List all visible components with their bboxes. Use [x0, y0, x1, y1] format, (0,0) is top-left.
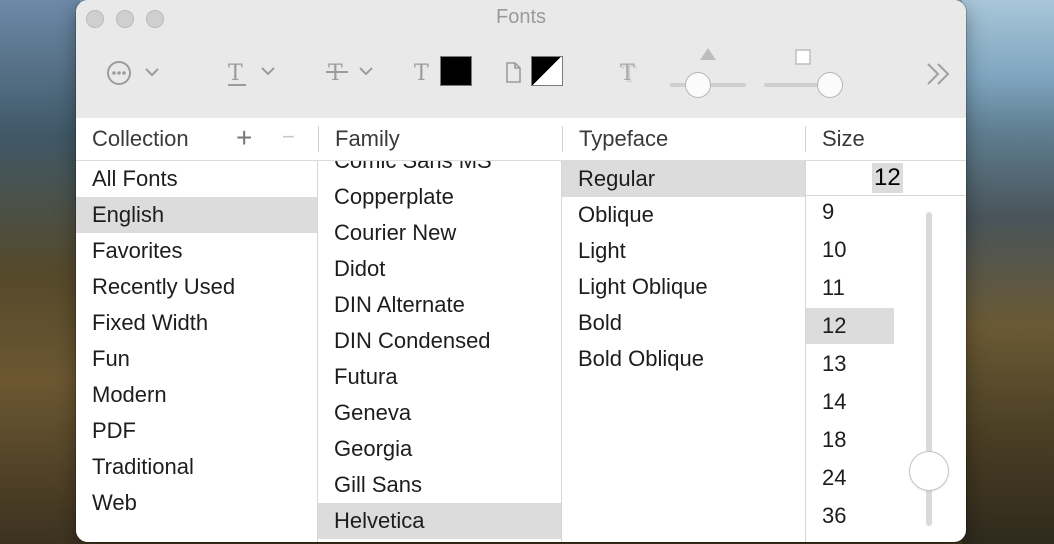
collection-item[interactable]: Favorites — [76, 233, 317, 269]
family-item[interactable]: Futura — [318, 359, 561, 395]
square-icon — [795, 49, 811, 65]
header-divider — [318, 126, 319, 152]
collection-list: All Fonts English Favorites Recently Use… — [76, 161, 317, 542]
collection-item[interactable]: Recently Used — [76, 269, 317, 305]
family-item[interactable]: Didot — [318, 251, 561, 287]
collection-header: Collection — [92, 126, 189, 151]
size-item[interactable]: 14 — [806, 384, 894, 420]
family-item[interactable]: DIN Alternate — [318, 287, 561, 323]
typeface-item-selected[interactable]: Regular — [562, 161, 805, 197]
chevron-double-right-icon — [927, 63, 950, 85]
family-item[interactable]: Georgia — [318, 431, 561, 467]
desktop-wallpaper-left — [0, 0, 80, 544]
collection-item-selected[interactable]: English — [76, 197, 317, 233]
typeface-item[interactable]: Light — [562, 233, 805, 269]
collection-item[interactable]: PDF — [76, 413, 317, 449]
collection-item[interactable]: Web — [76, 485, 317, 521]
remove-collection-button[interactable]: − — [282, 124, 295, 150]
family-item-selected[interactable]: Helvetica — [318, 503, 561, 539]
T-strikethrough-icon: T — [326, 61, 373, 86]
family-item[interactable]: Gill Sans — [318, 467, 561, 503]
column-headers: Collection + − Family Typeface Size — [76, 118, 966, 161]
typeface-item[interactable]: Bold Oblique — [562, 341, 805, 377]
size-item[interactable]: 9 — [806, 196, 894, 230]
typeface-list: Regular Oblique Light Light Oblique Bold… — [562, 161, 805, 542]
size-value[interactable]: 12 — [872, 163, 903, 193]
size-list: 9 10 11 12 13 14 18 24 36 — [806, 196, 966, 542]
svg-text:T: T — [620, 61, 635, 86]
typeface-item[interactable]: Bold — [562, 305, 805, 341]
document-color-label — [504, 60, 524, 91]
svg-text:T: T — [228, 61, 243, 86]
text-shadow-button[interactable]: T T — [618, 58, 642, 93]
shadow-opacity-knob[interactable] — [686, 73, 710, 97]
triangle-up-icon — [700, 48, 716, 60]
T-shadow-icon: T T — [620, 61, 637, 88]
collection-item[interactable]: Modern — [76, 377, 317, 413]
family-item[interactable]: Geneva — [318, 395, 561, 431]
collection-item[interactable]: All Fonts — [76, 161, 317, 197]
size-item[interactable]: 10 — [806, 232, 894, 268]
ellipsis-circle-icon — [107, 61, 159, 85]
size-item[interactable]: 18 — [806, 422, 894, 458]
family-item[interactable]: Courier New — [318, 215, 561, 251]
titlebar: Fonts T T T T T — [76, 0, 966, 118]
more-toolbar-button[interactable] — [924, 60, 954, 93]
size-item-selected[interactable]: 12 — [806, 308, 894, 344]
family-item[interactable]: DIN Condensed — [318, 323, 561, 359]
svg-text:T: T — [414, 61, 429, 86]
T-icon: T — [414, 61, 429, 86]
collection-item[interactable]: Traditional — [76, 449, 317, 485]
text-color-swatch[interactable] — [440, 56, 472, 86]
family-list: Comic Sans MS Copperplate Courier New Di… — [318, 161, 561, 542]
header-divider — [562, 126, 563, 152]
size-header: Size — [822, 126, 865, 151]
typeface-header: Typeface — [579, 126, 669, 151]
shadow-blur-knob[interactable] — [818, 73, 842, 97]
shadow-opacity-marker — [698, 46, 718, 67]
underline-menu-button[interactable]: T — [226, 58, 280, 93]
family-item[interactable]: Comic Sans MS — [318, 161, 561, 179]
svg-text:T: T — [328, 61, 343, 86]
family-header: Family — [335, 126, 400, 151]
size-item[interactable]: 36 — [806, 498, 894, 534]
size-slider-knob[interactable] — [910, 452, 948, 490]
typeface-item[interactable]: Oblique — [562, 197, 805, 233]
fonts-window: Fonts T T T T T Collection + − Family Ty… — [76, 0, 966, 542]
size-item[interactable]: 11 — [806, 270, 894, 306]
text-color-label: T — [412, 58, 434, 93]
desktop-wallpaper-right — [962, 0, 1054, 544]
window-title: Fonts — [495, 6, 547, 28]
size-field[interactable]: 12 — [806, 161, 966, 196]
action-menu-button[interactable] — [106, 60, 166, 93]
collection-item[interactable]: Fun — [76, 341, 317, 377]
add-collection-button[interactable]: + — [236, 122, 252, 154]
family-item[interactable]: Copperplate — [318, 179, 561, 215]
document-icon — [506, 62, 521, 83]
collection-item[interactable]: Fixed Width — [76, 305, 317, 341]
typeface-item[interactable]: Light Oblique — [562, 269, 805, 305]
size-item[interactable]: 13 — [806, 346, 894, 382]
size-item[interactable]: 24 — [806, 460, 894, 496]
strikethrough-menu-button[interactable]: T — [326, 58, 380, 93]
header-divider — [805, 126, 806, 152]
document-color-swatch[interactable] — [531, 56, 563, 86]
shadow-blur-marker — [794, 48, 812, 71]
T-underline-icon: T — [228, 61, 275, 86]
